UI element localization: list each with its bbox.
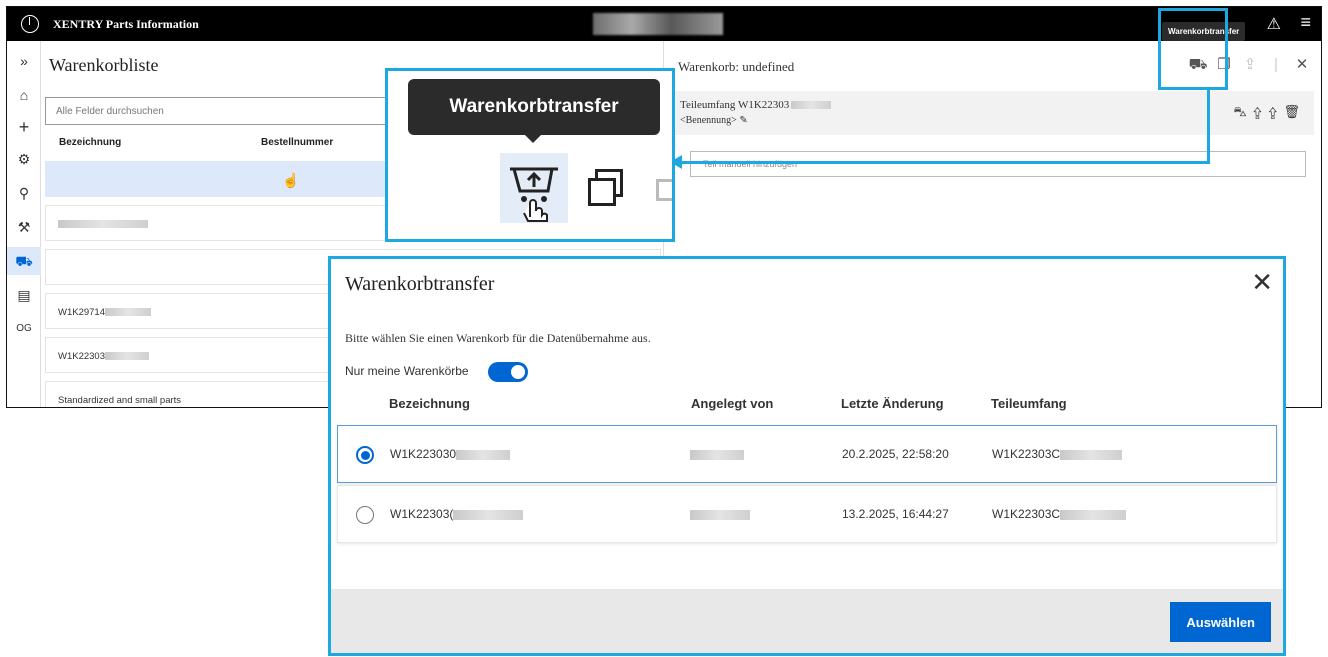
column-header-scope: Teileumfang — [991, 396, 1067, 411]
export-icon[interactable]: ⇪ — [1237, 55, 1263, 73]
app-title: XENTRY Parts Information — [53, 17, 199, 31]
warning-icon[interactable]: ⚠ — [1267, 14, 1281, 34]
tooltip-arrow — [524, 134, 542, 143]
copy-icon[interactable] — [588, 169, 623, 206]
connector-line — [1207, 90, 1210, 164]
menu-icon[interactable]: ≡ — [1300, 12, 1311, 33]
cart-icon[interactable]: ⛟ — [7, 247, 41, 275]
close-icon[interactable]: ✕ — [1289, 55, 1315, 73]
close-button[interactable]: ✕ — [1251, 267, 1273, 298]
cart-title: Warenkorb: undefined — [678, 59, 795, 74]
highlight-box — [1158, 8, 1228, 90]
vehicle-parts-icon[interactable]: ⚙ — [7, 145, 41, 173]
column-header-name: Bezeichnung — [59, 137, 122, 148]
parts-search-icon[interactable]: ⚲ — [7, 179, 41, 207]
row-created-by — [690, 447, 744, 461]
dialog-title: Warenkorbtransfer — [345, 273, 495, 295]
row-last-change: 13.2.2025, 16:44:27 — [842, 507, 949, 521]
row-radio[interactable] — [356, 506, 374, 524]
zoom-callout: Warenkorbtransfer — [385, 68, 675, 242]
zoom-tooltip: Warenkorbtransfer — [408, 79, 660, 135]
manual-part-input[interactable]: Teil manuell hinzufügen — [690, 151, 1306, 177]
toggle-label: Nur meine Warenkörbe — [345, 364, 469, 378]
rail-item-og[interactable]: OG — [7, 315, 41, 343]
redacted-text — [58, 220, 148, 229]
table-row[interactable]: W1K22303( 13.2.2025, 16:44:27 W1K22303C — [337, 485, 1277, 543]
toggle-knob — [511, 365, 525, 379]
home-icon[interactable]: ⌂ — [7, 81, 41, 109]
add-icon[interactable]: + — [7, 113, 41, 141]
pencil-icon[interactable]: ✎ — [739, 115, 747, 126]
panel-title: Warenkorbliste — [49, 55, 159, 75]
row-name: W1K22303( — [390, 507, 524, 521]
top-bar: XENTRY Parts Information ⚠ ≡ — [7, 7, 1321, 41]
redacted-user-area — [593, 13, 723, 35]
mercedes-star-icon — [21, 15, 39, 33]
wrench-icon[interactable]: ⚒ — [7, 213, 41, 241]
left-rail: » ⌂ + ⚙ ⚲ ⚒ ⛟ ▤ OG — [7, 41, 41, 407]
list-item-label: W1K29714 — [58, 307, 106, 318]
column-header-order-number: Bestellnummer — [261, 137, 334, 148]
group-title: Teileumfang W1K22303 — [680, 99, 832, 111]
row-created-by — [690, 507, 750, 521]
column-header-created-by: Angelegt von — [691, 396, 774, 411]
redacted-text — [105, 352, 150, 361]
document-icon[interactable]: ▤ — [7, 281, 41, 309]
table-row[interactable]: W1K223030 20.2.2025, 22:58:20 W1K22303C — [337, 425, 1277, 483]
dialog-footer: Auswählen — [331, 589, 1283, 653]
only-my-carts-toggle[interactable] — [488, 362, 528, 382]
cart-transfer-icon[interactable] — [500, 153, 568, 223]
row-scope: W1K22303C — [992, 447, 1123, 461]
column-header-last-change: Letzte Änderung — [841, 396, 944, 411]
expand-icon[interactable]: » — [7, 47, 41, 75]
transfer-dialog: Warenkorbtransfer ✕ Bitte wählen Sie ein… — [328, 256, 1286, 656]
redacted-text — [105, 308, 152, 317]
list-item-label: Standardized and small parts — [58, 395, 182, 406]
select-button[interactable]: Auswählen — [1170, 602, 1271, 642]
dialog-hint: Bitte wählen Sie einen Warenkorb für die… — [345, 331, 651, 345]
column-header-name: Bezeichnung — [389, 396, 470, 411]
group-action-icons[interactable]: ⛍⇪⇪🗑 — [1233, 104, 1306, 122]
connector-line — [680, 161, 1210, 164]
row-last-change: 20.2.2025, 22:58:20 — [842, 447, 949, 461]
row-scope: W1K22303C — [992, 507, 1127, 521]
parts-group: Teileumfang W1K22303 <Benennung> ✎ ⛍⇪⇪🗑 — [674, 91, 1314, 135]
list-item-label: W1K22303 — [58, 351, 106, 362]
row-radio[interactable] — [356, 446, 374, 464]
hand-cursor-icon: ☝ — [282, 172, 300, 188]
row-name: W1K223030 — [390, 447, 511, 461]
export-icon — [656, 179, 672, 201]
group-subtitle: <Benennung> ✎ — [680, 115, 748, 126]
